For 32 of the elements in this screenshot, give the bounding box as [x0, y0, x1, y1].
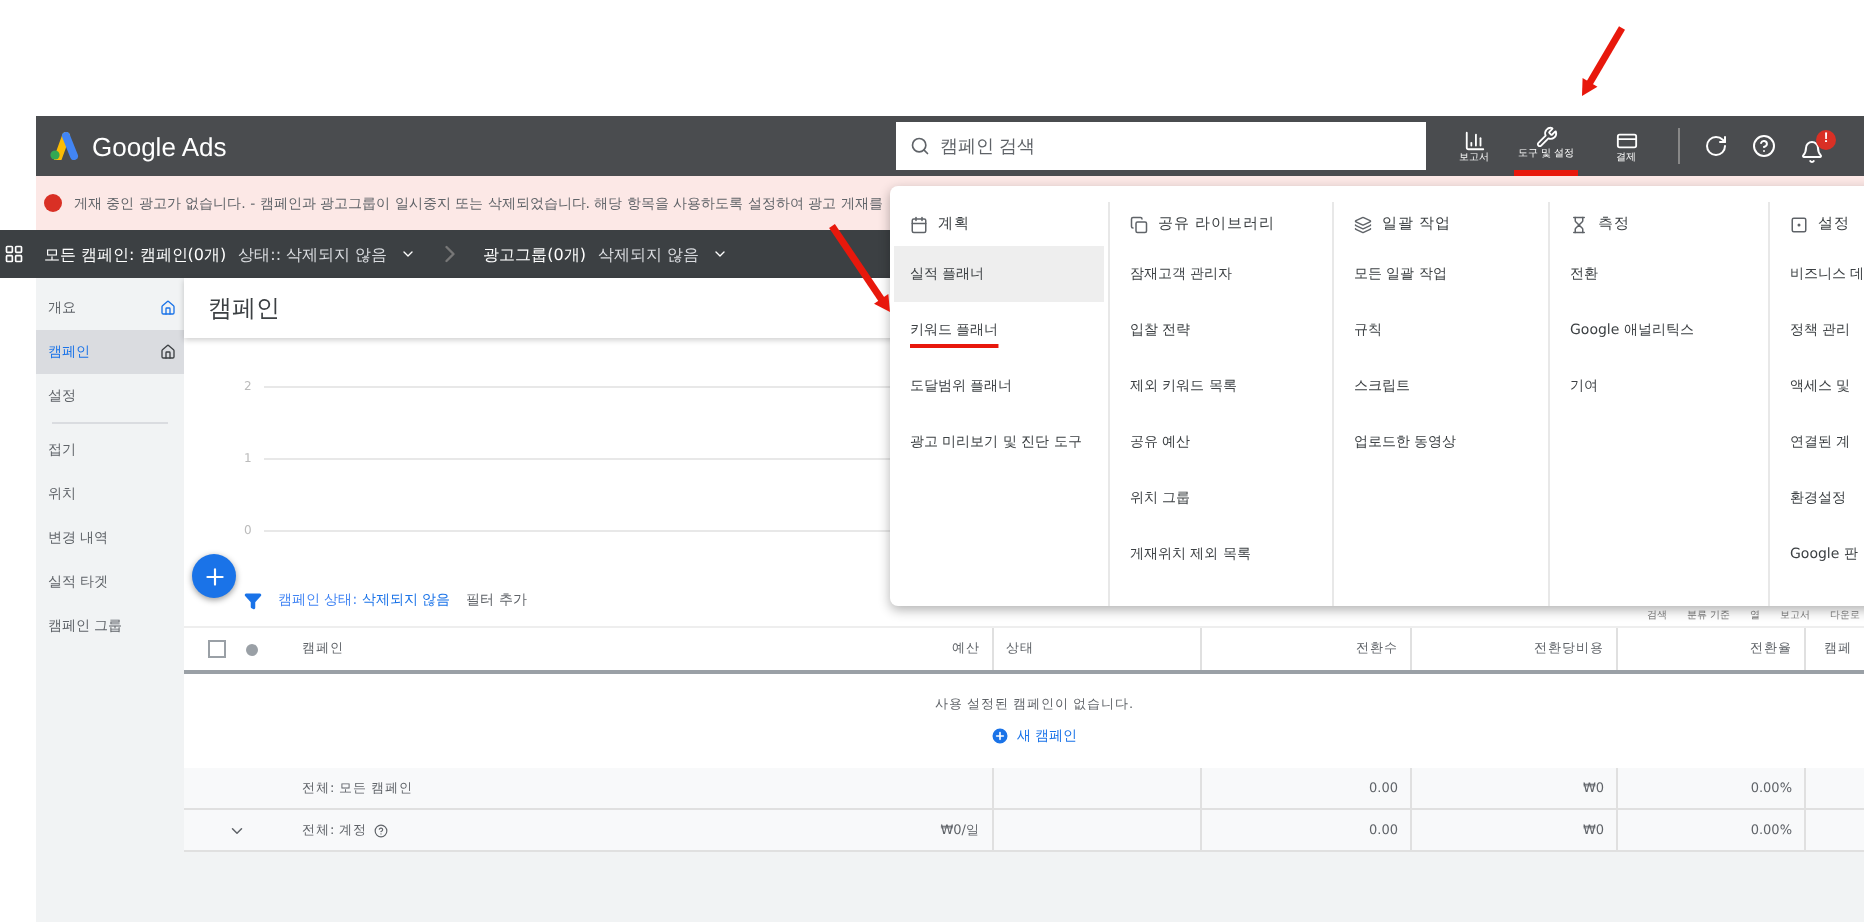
dropdown-icon [711, 246, 727, 262]
help-icon[interactable] [374, 823, 389, 837]
home-icon [160, 344, 176, 360]
settings-icon [1790, 215, 1808, 233]
grid-icon [4, 244, 24, 264]
plus-circle-icon [990, 726, 1011, 746]
chart-icon [1463, 129, 1485, 151]
annotation-arrow [829, 224, 890, 312]
search-icon [910, 136, 930, 156]
wrench-icon [1535, 126, 1557, 148]
calendar-icon [910, 215, 928, 233]
dropdown-icon [399, 246, 416, 262]
app-title: Google Ads [92, 131, 227, 161]
layers-icon [1354, 215, 1372, 233]
library-icon [1130, 215, 1148, 233]
status-dot [246, 643, 258, 655]
help-button[interactable] [1752, 134, 1776, 158]
error-icon [44, 194, 62, 212]
page-title: 캠페인 [208, 291, 280, 325]
filter-icon [244, 591, 262, 609]
breadcrumb-item[interactable]: 광고그룹(0개) 삭제되지 않음 [475, 243, 735, 265]
search-field[interactable]: 캠페인 검색 [896, 122, 1426, 170]
annotation-arrow [1582, 26, 1625, 96]
checkbox[interactable] [208, 640, 226, 658]
add-button[interactable] [192, 554, 236, 598]
refresh-button[interactable] [1704, 134, 1728, 158]
hourglass-icon [1570, 215, 1588, 233]
card-icon [1615, 129, 1637, 151]
logo-icon [48, 132, 80, 160]
home-icon [160, 300, 176, 316]
breadcrumb-item[interactable]: 모든 캠페인: 캠페인(0개) 상태:: 삭제되지 않음 [36, 243, 424, 265]
plus-icon [201, 563, 227, 589]
